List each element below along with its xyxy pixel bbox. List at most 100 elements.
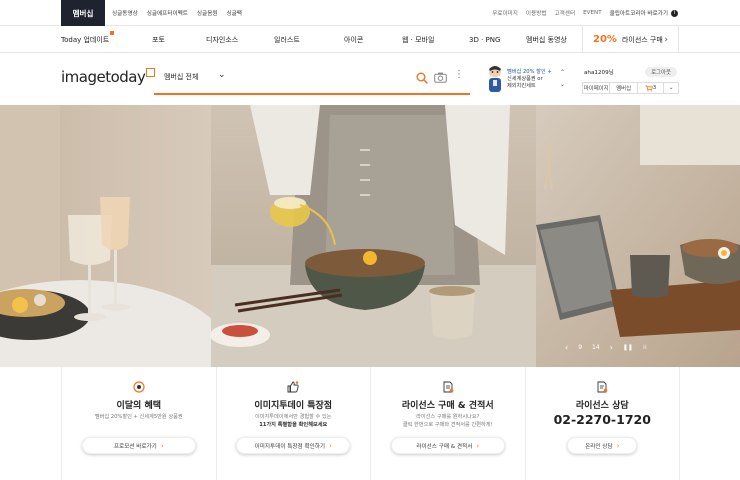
features-button-label: 이미지투데이 특장점 확인하기 bbox=[254, 443, 326, 450]
chevron-right-icon: › bbox=[476, 441, 480, 450]
chevron-up-icon[interactable]: ⌃ bbox=[560, 67, 565, 79]
chevron-left-icon[interactable]: ‹ bbox=[565, 343, 568, 352]
slide-current: 9 bbox=[578, 343, 583, 351]
thumbs-up-icon bbox=[287, 381, 299, 393]
license-purchase-button-label: 라이선스 구매 & 견적서 bbox=[416, 443, 473, 450]
chevron-down-icon[interactable]: ⌄ bbox=[664, 83, 678, 93]
top-link-single-pack[interactable]: 싱글팩 bbox=[227, 9, 242, 17]
benefit-title: 이미지투데이 특장점 bbox=[254, 401, 333, 411]
promo-banner-text[interactable]: 멤버십 20% 할인 + 신세계상품권 or 제외치킨세트 bbox=[507, 69, 552, 90]
logout-button[interactable]: 로그아웃 bbox=[645, 67, 677, 77]
pause-icon[interactable]: ❚❚ bbox=[623, 344, 633, 351]
grid-icon[interactable]: ⁞⁞ bbox=[643, 344, 647, 351]
search-scope-select[interactable]: 멤버십 전체 bbox=[164, 72, 198, 82]
clipart-korea-label: 클립아트코리아 바로가기 bbox=[609, 11, 668, 17]
username: aha1209님 bbox=[584, 70, 614, 76]
user-box: aha1209님 로그아웃 마이페이지 멤버십 3 ⌄ bbox=[582, 65, 679, 97]
benefits-row: 이달의 혜택 멤버십 20%할인 + 신세계5만원 상품권 프로모션 바로가기 ›… bbox=[61, 367, 680, 480]
slider-controls: ‹ 9 14 › ❚❚ ⁞⁞ bbox=[565, 340, 647, 354]
hero-slider[interactable]: ‹ 9 14 › ❚❚ ⁞⁞ bbox=[0, 105, 740, 367]
top-link-single-audio[interactable]: 싱글음원 bbox=[197, 9, 218, 17]
chevron-down-icon[interactable]: ⌄ bbox=[218, 70, 226, 80]
event-link[interactable]: EVENT bbox=[583, 10, 602, 16]
online-consult-button-label: 온라인 상담 bbox=[585, 443, 613, 450]
nav-3d-png-label: 3D · PNG bbox=[469, 35, 501, 44]
mascot-icon[interactable] bbox=[485, 65, 505, 93]
chevron-right-icon[interactable]: › bbox=[610, 343, 613, 352]
promotion-button[interactable]: 프로모션 바로가기 › bbox=[81, 437, 196, 454]
nav-photo-label: 포토 bbox=[152, 35, 165, 44]
benefit-desc-line1: 라이선스 구매를 원하시나요? bbox=[416, 414, 480, 420]
free-image-link[interactable]: 무료이미지 bbox=[492, 9, 518, 17]
coin-icon bbox=[133, 381, 145, 393]
banner-arrows: ⌃ ⌄ bbox=[560, 67, 565, 91]
top-link-single-video[interactable]: 싱글동영상 bbox=[112, 9, 138, 17]
site-logo[interactable]: imagetoday bbox=[61, 68, 156, 86]
search-bar: 멤버십 전체 ⌄ ⋮ bbox=[154, 63, 470, 95]
nav-web-mobile[interactable]: 웹 · 모바일 bbox=[402, 26, 434, 53]
membership-button[interactable]: 멤버십 bbox=[610, 83, 638, 93]
membership-tab[interactable]: 멤버십 bbox=[61, 0, 105, 26]
top-link-single-ae[interactable]: 싱글에프터이펙트 bbox=[147, 9, 188, 17]
nav-icon-label: 아이콘 bbox=[344, 35, 364, 44]
benefit-desc-line2: 클릭 한번으로 구매와 견적서를 간편하게! bbox=[402, 422, 493, 428]
nav-membership-video[interactable]: 멤버십 동영상 bbox=[526, 26, 567, 53]
nav-icon[interactable]: 아이콘 bbox=[344, 26, 363, 53]
benefit-card-monthly: 이달의 혜택 멤버십 20%할인 + 신세계5만원 상품권 프로모션 바로가기 › bbox=[61, 367, 217, 480]
info-icon: i bbox=[671, 9, 678, 17]
promo-label: 라이선스 구매 bbox=[621, 35, 663, 44]
top-right-links: 무료이미지 이용방법 고객센터 EVENT 클립아트코리아 바로가기 i bbox=[492, 0, 678, 26]
chevron-right-icon: › bbox=[664, 34, 668, 45]
nav-web-mobile-label: 웹 · 모바일 bbox=[402, 35, 435, 44]
cart-icon bbox=[645, 84, 653, 92]
nav-illust[interactable]: 일러스트 bbox=[274, 26, 300, 53]
promo-banner-line3: 제외치킨세트 bbox=[507, 83, 536, 89]
mypage-button[interactable]: 마이페이지 bbox=[583, 83, 611, 93]
benefit-title: 라이선스 상담 bbox=[575, 401, 629, 411]
user-menu-row: 마이페이지 멤버십 3 ⌄ bbox=[582, 82, 679, 94]
nav-design-source[interactable]: 디자인소스 bbox=[206, 26, 238, 53]
logo-text: imagetoday bbox=[61, 68, 146, 86]
benefit-desc: 라이선스 구매를 원하시나요? 클릭 한번으로 구매와 견적서를 간편하게! bbox=[371, 413, 525, 429]
benefit-card-license: 라이선스 구매 & 견적서 라이선스 구매를 원하시나요? 클릭 한번으로 구매와… bbox=[371, 367, 526, 480]
document-icon bbox=[443, 381, 454, 393]
camera-icon[interactable] bbox=[434, 72, 447, 83]
nav-illust-label: 일러스트 bbox=[274, 35, 300, 44]
online-consult-button[interactable]: 온라인 상담 › bbox=[567, 437, 638, 454]
slide-total: 14 bbox=[592, 343, 600, 351]
hero-image bbox=[0, 105, 740, 367]
nav-today-update[interactable]: Today 업데이트 bbox=[61, 26, 109, 53]
chevron-right-icon: › bbox=[160, 441, 164, 450]
chevron-right-icon: › bbox=[329, 441, 332, 450]
nav-3d-png[interactable]: 3D · PNG bbox=[469, 26, 500, 53]
benefit-card-consult: 라이선스 상담 02-2270-1720 온라인 상담 › bbox=[525, 367, 680, 480]
benefit-desc-line1: 이미지투데이에서만 경험할 수 있는 bbox=[254, 414, 332, 420]
document-icon bbox=[597, 381, 608, 393]
consult-phone: 02-2270-1720 bbox=[553, 412, 651, 427]
chevron-down-icon[interactable]: ⌄ bbox=[560, 79, 565, 91]
how-to-link[interactable]: 이용방법 bbox=[526, 9, 547, 17]
benefit-title: 라이선스 구매 & 견적서 bbox=[401, 401, 494, 411]
search-icon[interactable] bbox=[416, 72, 428, 84]
customer-center-link[interactable]: 고객센터 bbox=[555, 9, 576, 17]
benefit-desc: 멤버십 20%할인 + 신세계5만원 상품권 bbox=[94, 414, 183, 420]
top-links: 싱글동영상 싱글에프터이펙트 싱글음원 싱글팩 bbox=[112, 0, 242, 26]
clipart-korea-link[interactable]: 클립아트코리아 바로가기 i bbox=[610, 9, 678, 17]
promo-percent: 20% bbox=[593, 34, 617, 45]
nav-design-source-label: 디자인소스 bbox=[206, 35, 239, 44]
cart-button[interactable]: 3 bbox=[638, 83, 665, 93]
nav-today-update-label: Today 업데이트 bbox=[61, 35, 110, 44]
promotion-button-label: 프로모션 바로가기 bbox=[113, 443, 157, 450]
features-button[interactable]: 이미지투데이 특장점 확인하기 › bbox=[236, 437, 351, 454]
license-purchase-promo[interactable]: 20% 라이선스 구매 › bbox=[582, 26, 679, 53]
main-nav: Today 업데이트 포토 디자인소스 일러스트 아이콘 웹 · 모바일 3D … bbox=[0, 26, 740, 53]
nav-photo[interactable]: 포토 bbox=[152, 26, 165, 53]
search-input[interactable] bbox=[242, 69, 402, 87]
chevron-right-icon: › bbox=[616, 441, 620, 450]
top-bar: 멤버십 싱글동영상 싱글에프터이펙트 싱글음원 싱글팩 무료이미지 이용방법 고… bbox=[0, 0, 740, 26]
promo-banner-line1: 멤버십 20% 할인 + bbox=[507, 69, 552, 75]
more-icon[interactable]: ⋮ bbox=[454, 69, 464, 80]
license-purchase-button[interactable]: 라이선스 구매 & 견적서 › bbox=[390, 437, 505, 454]
new-badge bbox=[110, 31, 114, 35]
promo-banner-line2: 신세계상품권 or bbox=[507, 76, 543, 82]
